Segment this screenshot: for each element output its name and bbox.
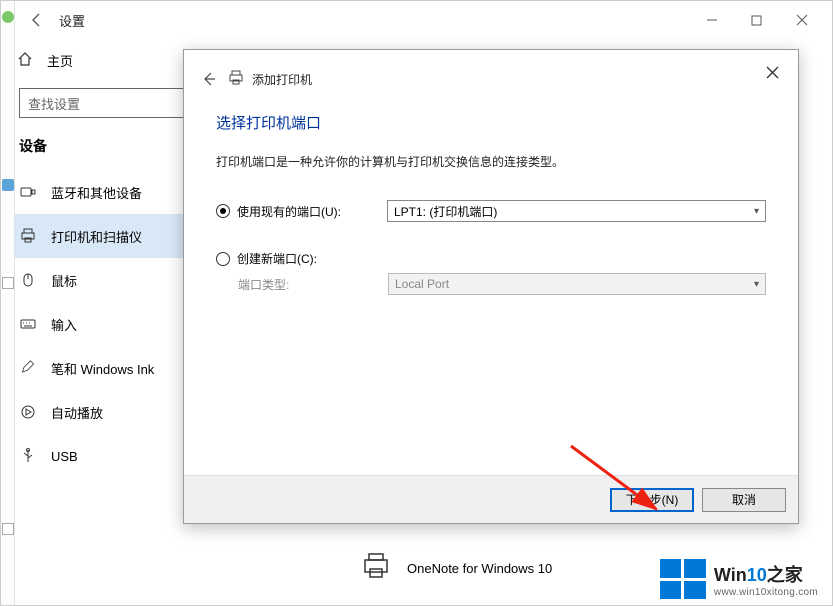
radio-icon [216,252,230,266]
settings-window: 设置 主页 查找设置 设备 蓝牙和其他设备 打印机和扫描仪 [0,0,833,606]
close-button[interactable] [779,5,824,35]
window-title: 设置 [59,11,85,30]
printer-name: OneNote for Windows 10 [407,561,552,576]
dialog-close-button[interactable] [756,60,788,84]
keyboard-icon [19,316,37,332]
existing-port-select[interactable]: LPT1: (打印机端口) ▾ [387,200,766,222]
cancel-button[interactable]: 取消 [702,488,786,512]
nav-label: 打印机和扫描仪 [51,227,142,246]
back-button[interactable] [23,6,51,34]
dialog-breadcrumb: 添加打印机 [252,71,312,88]
windows-logo-icon [660,559,706,599]
nav-label: 鼠标 [51,271,77,290]
chevron-down-icon: ▾ [754,279,759,290]
search-placeholder: 查找设置 [28,94,80,113]
watermark: Win10之家 www.win10xitong.com [660,559,818,599]
home-icon [17,51,35,70]
nav-label: 笔和 Windows Ink [51,359,154,378]
port-type-label: 端口类型: [238,276,358,293]
next-button[interactable]: 下一步(N) [610,488,694,512]
port-type-select: Local Port ▾ [388,273,766,295]
watermark-url: www.win10xitong.com [714,587,818,598]
bluetooth-icon [19,184,37,200]
radio-label: 使用现有的端口(U): [237,203,357,220]
printer-device-icon [361,551,395,585]
maximize-button[interactable] [734,5,779,35]
nav-label: USB [51,449,78,464]
left-sliver [1,1,15,605]
watermark-title: Win10之家 [714,561,803,587]
port-type-row: 端口类型: Local Port ▾ [216,273,766,295]
usb-icon [19,448,37,464]
radio-label: 创建新端口(C): [237,250,357,267]
nav-label: 蓝牙和其他设备 [51,183,142,202]
option-create-new[interactable]: 创建新端口(C): [216,250,766,267]
radio-icon [216,204,230,218]
titlebar: 设置 [1,1,832,39]
printer-icon [19,228,37,244]
select-value: Local Port [395,277,449,291]
add-printer-dialog: 添加打印机 选择打印机端口 打印机端口是一种允许你的计算机与打印机交换信息的连接… [183,49,799,524]
home-label: 主页 [47,51,73,70]
printer-icon [228,70,244,89]
dialog-back-button[interactable] [198,68,220,90]
nav-label: 自动播放 [51,403,103,422]
autoplay-icon [19,404,37,420]
pen-icon [19,360,37,376]
minimize-button[interactable] [689,5,734,35]
nav-label: 输入 [51,315,77,334]
mouse-icon [19,272,37,288]
dialog-title: 选择打印机端口 [216,112,766,133]
dialog-footer: 下一步(N) 取消 [184,475,798,523]
option-use-existing[interactable]: 使用现有的端口(U): LPT1: (打印机端口) ▾ [216,200,766,222]
select-value: LPT1: (打印机端口) [394,203,497,220]
dialog-header: 添加打印机 [184,50,798,90]
chevron-down-icon: ▾ [754,206,759,217]
dialog-description: 打印机端口是一种允许你的计算机与打印机交换信息的连接类型。 [216,153,766,170]
